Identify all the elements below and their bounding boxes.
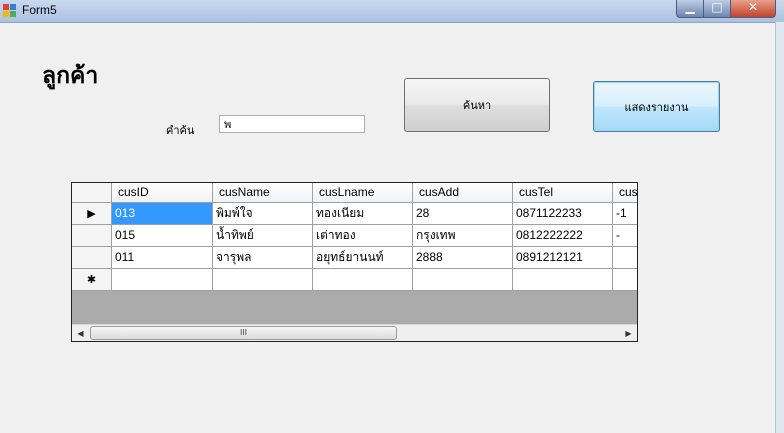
table-cell[interactable]: พิมพ์ใจ <box>213 203 313 225</box>
search-label: คำค้น <box>166 124 195 137</box>
grid-corner-header[interactable] <box>72 183 112 203</box>
table-cell-empty[interactable] <box>313 269 413 291</box>
table-cell[interactable]: 0891212121 <box>513 247 613 269</box>
table-cell[interactable]: 0871122233 <box>513 203 613 225</box>
search-input[interactable] <box>219 115 365 133</box>
column-header-custel[interactable]: cusTel <box>513 183 613 203</box>
row-header[interactable] <box>72 247 112 269</box>
table-cell-empty[interactable] <box>613 269 637 291</box>
table-cell[interactable]: 015 <box>112 225 213 247</box>
table-cell-empty[interactable] <box>112 269 213 291</box>
page-title: ลูกค้า <box>42 63 99 89</box>
table-cell[interactable]: 28 <box>413 203 513 225</box>
current-row-indicator-icon[interactable]: ▶ <box>72 203 112 225</box>
title-bar[interactable]: Form5 ▁ □ ✕ <box>0 0 784 23</box>
column-header-partial[interactable]: cus <box>613 183 637 203</box>
new-row[interactable]: ✱ <box>72 269 637 291</box>
column-header-cuslname[interactable]: cusLname <box>313 183 413 203</box>
table-cell-empty[interactable] <box>513 269 613 291</box>
table-cell[interactable]: จารุพล <box>213 247 313 269</box>
column-header-cusid[interactable]: cusID <box>112 183 213 203</box>
window-frame-edge <box>775 22 784 433</box>
table-cell[interactable]: - <box>613 225 637 247</box>
table-cell[interactable]: 013 <box>112 203 213 225</box>
maximize-button[interactable]: □ <box>703 0 731 18</box>
grid-header-row: cusID cusName cusLname cusAdd cusTel cus <box>72 183 637 205</box>
customer-data-grid[interactable]: cusID cusName cusLname cusAdd cusTel cus… <box>71 182 638 342</box>
table-cell[interactable]: อยุทธ์ยานนท์ <box>313 247 413 269</box>
table-cell[interactable] <box>613 247 637 269</box>
table-cell[interactable]: 011 <box>112 247 213 269</box>
table-row[interactable]: ▶ 013 พิมพ์ใจ ทองเนียม 28 0871122233 -1 <box>72 203 637 225</box>
minimize-button[interactable]: ▁ <box>676 0 704 18</box>
window-title: Form5 <box>22 3 57 17</box>
search-button[interactable]: ค้นหา <box>404 78 550 132</box>
scroll-thumb[interactable]: III <box>90 326 397 340</box>
table-cell[interactable]: น้ำทิพย์ <box>213 225 313 247</box>
new-row-asterisk-icon[interactable]: ✱ <box>72 269 112 291</box>
horizontal-scrollbar[interactable]: ◀ III ▶ <box>72 324 637 341</box>
table-cell-empty[interactable] <box>213 269 313 291</box>
show-report-button[interactable]: แสดงรายงาน <box>593 81 720 132</box>
table-cell[interactable]: กรุงเทพ <box>413 225 513 247</box>
table-row[interactable]: 015 น้ำทิพย์ เต่าทอง กรุงเทพ 0812222222 … <box>72 225 637 247</box>
table-cell[interactable]: ทองเนียม <box>313 203 413 225</box>
table-cell-empty[interactable] <box>413 269 513 291</box>
scroll-left-icon[interactable]: ◀ <box>72 325 89 341</box>
table-row[interactable]: 011 จารุพล อยุทธ์ยานนท์ 2888 0891212121 <box>72 247 637 269</box>
table-cell[interactable]: 2888 <box>413 247 513 269</box>
table-cell[interactable]: 0812222222 <box>513 225 613 247</box>
table-cell[interactable]: -1 <box>613 203 637 225</box>
table-cell[interactable]: เต่าทอง <box>313 225 413 247</box>
column-header-cusname[interactable]: cusName <box>213 183 313 203</box>
row-header[interactable] <box>72 225 112 247</box>
column-header-cusadd[interactable]: cusAdd <box>413 183 513 203</box>
scroll-right-icon[interactable]: ▶ <box>620 325 637 341</box>
app-icon <box>3 4 17 18</box>
close-button[interactable]: ✕ <box>730 0 776 18</box>
